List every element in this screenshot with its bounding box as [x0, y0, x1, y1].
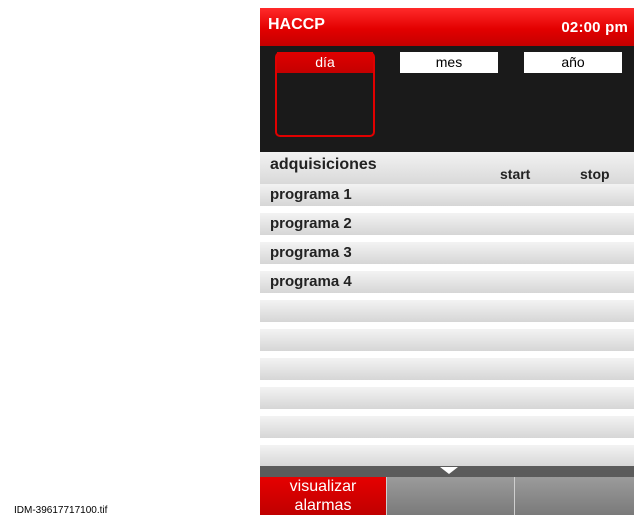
file-name-caption: IDM-39617717100.tif [14, 505, 108, 516]
month-button[interactable]: mes [400, 52, 498, 73]
toolbar-button-2[interactable] [386, 477, 514, 515]
day-button[interactable]: día [277, 52, 373, 73]
table-row-empty[interactable] [260, 329, 634, 351]
column-start: start [500, 166, 531, 182]
table-row[interactable]: programa 3 [260, 242, 634, 264]
program-label: programa 1 [270, 186, 352, 203]
year-button[interactable]: año [524, 52, 622, 73]
clock: 02:00 pm [561, 19, 628, 36]
table-row[interactable]: programa 2 [260, 213, 634, 235]
haccp-screen: HACCP 02:00 pm día mes año adquisiciones… [260, 8, 634, 515]
table-row-empty[interactable] [260, 300, 634, 322]
title-bar: HACCP 02:00 pm [260, 8, 634, 46]
table-row[interactable]: programa 1 [260, 184, 634, 206]
program-label: programa 4 [270, 273, 352, 290]
table-row-empty[interactable] [260, 416, 634, 438]
acquisitions-header: adquisiciones start stop [260, 152, 634, 184]
view-alarms-button[interactable]: visualizar alarmas [260, 477, 386, 515]
table-row[interactable]: programa 4 [260, 271, 634, 293]
table-row-empty[interactable] [260, 358, 634, 380]
bottom-toolbar: visualizar alarmas [260, 477, 634, 515]
program-label: programa 2 [270, 215, 352, 232]
scroll-bar[interactable] [260, 466, 634, 477]
table-row-empty[interactable] [260, 445, 634, 467]
scroll-down-arrow-icon[interactable] [440, 467, 458, 474]
date-selector-panel: día mes año [260, 46, 634, 152]
app-title: HACCP [268, 16, 325, 33]
table-row-empty[interactable] [260, 387, 634, 409]
program-label: programa 3 [270, 244, 352, 261]
column-stop: stop [580, 166, 610, 182]
acquisitions-title: adquisiciones [270, 156, 377, 173]
toolbar-button-3[interactable] [514, 477, 634, 515]
